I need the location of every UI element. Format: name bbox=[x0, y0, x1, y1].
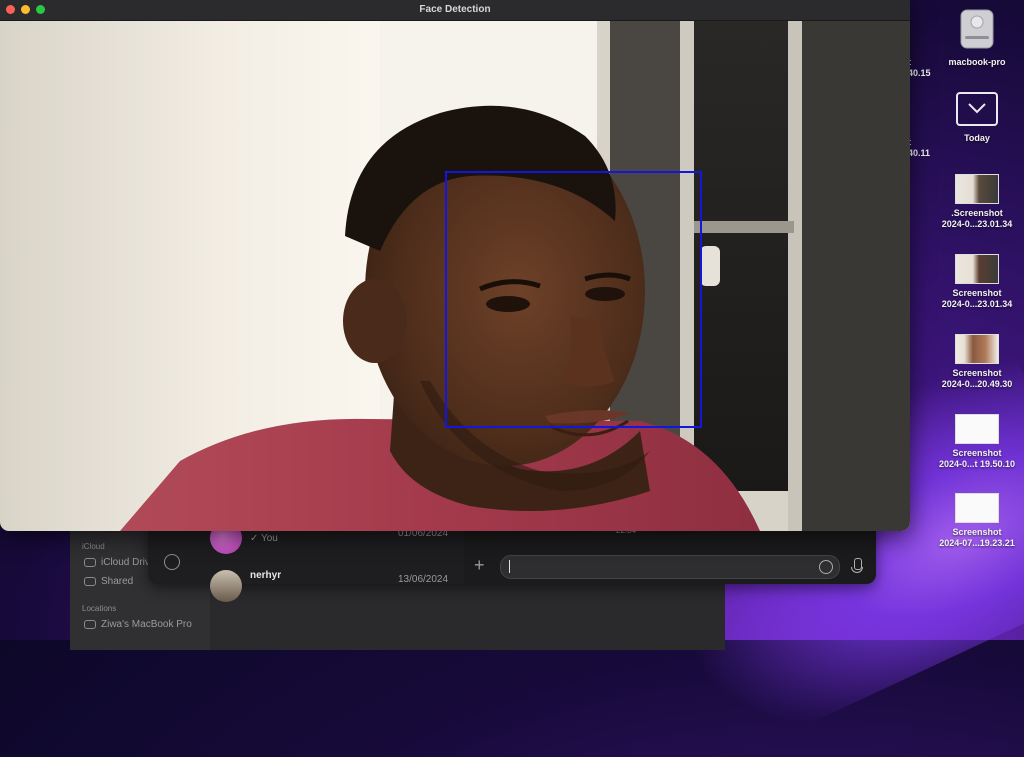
plus-icon[interactable]: + bbox=[474, 556, 485, 574]
desktop-icon-screenshot[interactable]: .Screenshot 2024-0...23.01.34 bbox=[934, 174, 1020, 230]
compose-icon[interactable] bbox=[164, 554, 180, 570]
sidebar-item-macbook[interactable]: Ziwa's MacBook Pro bbox=[84, 619, 192, 630]
face-bounding-box bbox=[445, 171, 702, 428]
sidebar-item-label: Ziwa's MacBook Pro bbox=[101, 619, 192, 630]
microphone-icon[interactable] bbox=[851, 558, 863, 573]
desktop-icon-label: Screenshot bbox=[952, 288, 1002, 298]
partial-label: 40.11 bbox=[908, 148, 931, 158]
face-detection-window: Face Detection bbox=[0, 0, 910, 531]
section-icloud: iCloud bbox=[82, 542, 105, 551]
sidebar-item-label: Shared bbox=[101, 576, 134, 587]
message-input[interactable] bbox=[500, 555, 840, 579]
desktop-icon-screenshot[interactable]: Screenshot 2024-0...t 19.50.10 bbox=[934, 414, 1020, 470]
conversation-item[interactable]: nerhyr bbox=[210, 570, 281, 602]
desktop-icon-screenshot[interactable]: Screenshot 2024-0...23.01.34 bbox=[934, 254, 1020, 310]
desktop-icon-today[interactable]: Today bbox=[934, 90, 1020, 144]
sidebar-item-shared[interactable]: Shared bbox=[84, 576, 133, 587]
conversation-name: nerhyr bbox=[250, 570, 282, 581]
desktop-icon-label: macbook-pro bbox=[948, 57, 1006, 67]
sidebar-item-icloud-drive[interactable]: iCloud Drive bbox=[84, 557, 155, 568]
screenshot-thumbnail bbox=[955, 493, 999, 523]
messages-window: Mara Home ✓ You 01/06/2024 nerhyr 13/06/… bbox=[148, 522, 876, 602]
partial-label: 40.15 bbox=[908, 68, 931, 78]
desktop-icon-macbook-pro[interactable]: macbook-pro bbox=[934, 6, 1020, 68]
desktop-icon-label: .Screenshot bbox=[951, 208, 1003, 218]
desktop-icon-label: 2024-0...t 19.50.10 bbox=[938, 459, 1016, 469]
screenshot-thumbnail bbox=[955, 254, 999, 284]
hard-drive-icon bbox=[960, 9, 994, 49]
desktop-icon-label: Screenshot bbox=[952, 448, 1002, 458]
screenshot-thumbnail bbox=[955, 334, 999, 364]
window-title: Face Detection bbox=[419, 4, 491, 15]
desktop-icon-label: 2024-0...23.01.34 bbox=[941, 299, 1013, 309]
shared-folder-icon bbox=[84, 577, 96, 586]
avatar bbox=[210, 570, 242, 602]
desktop-icon-label: 2024-0...23.01.34 bbox=[941, 219, 1013, 229]
chat-pane: 22:34 + bbox=[464, 524, 876, 584]
screenshot-thumbnail bbox=[955, 174, 999, 204]
emoji-icon[interactable] bbox=[819, 560, 833, 574]
laptop-icon bbox=[84, 620, 96, 629]
cloud-icon bbox=[84, 558, 96, 567]
desktop-icon-label: Today bbox=[964, 133, 990, 143]
desktop-icon-label: Screenshot bbox=[952, 527, 1002, 537]
desktop-icon-label: 2024-07...19.23.21 bbox=[939, 538, 1015, 548]
conversation-list: Mara Home ✓ You 01/06/2024 nerhyr 13/06/… bbox=[192, 522, 462, 602]
folder-icon bbox=[956, 92, 998, 126]
desktop-icon-screenshot[interactable]: Screenshot 2024-0...20.49.30 bbox=[934, 334, 1020, 390]
section-locations: Locations bbox=[82, 604, 117, 613]
title-bar[interactable]: Face Detection bbox=[0, 0, 910, 21]
desktop-icon-label: 2024-0...20.49.30 bbox=[941, 379, 1013, 389]
conversation-date: 13/06/2024 bbox=[398, 574, 449, 585]
desktop-icon-label: Screenshot bbox=[952, 368, 1002, 378]
screenshot-thumbnail bbox=[955, 414, 999, 444]
conversation-preview: ✓ You bbox=[250, 533, 278, 544]
desktop-icon-screenshot[interactable]: Screenshot 2024-07...19.23.21 bbox=[934, 493, 1020, 549]
text-caret bbox=[509, 560, 510, 573]
